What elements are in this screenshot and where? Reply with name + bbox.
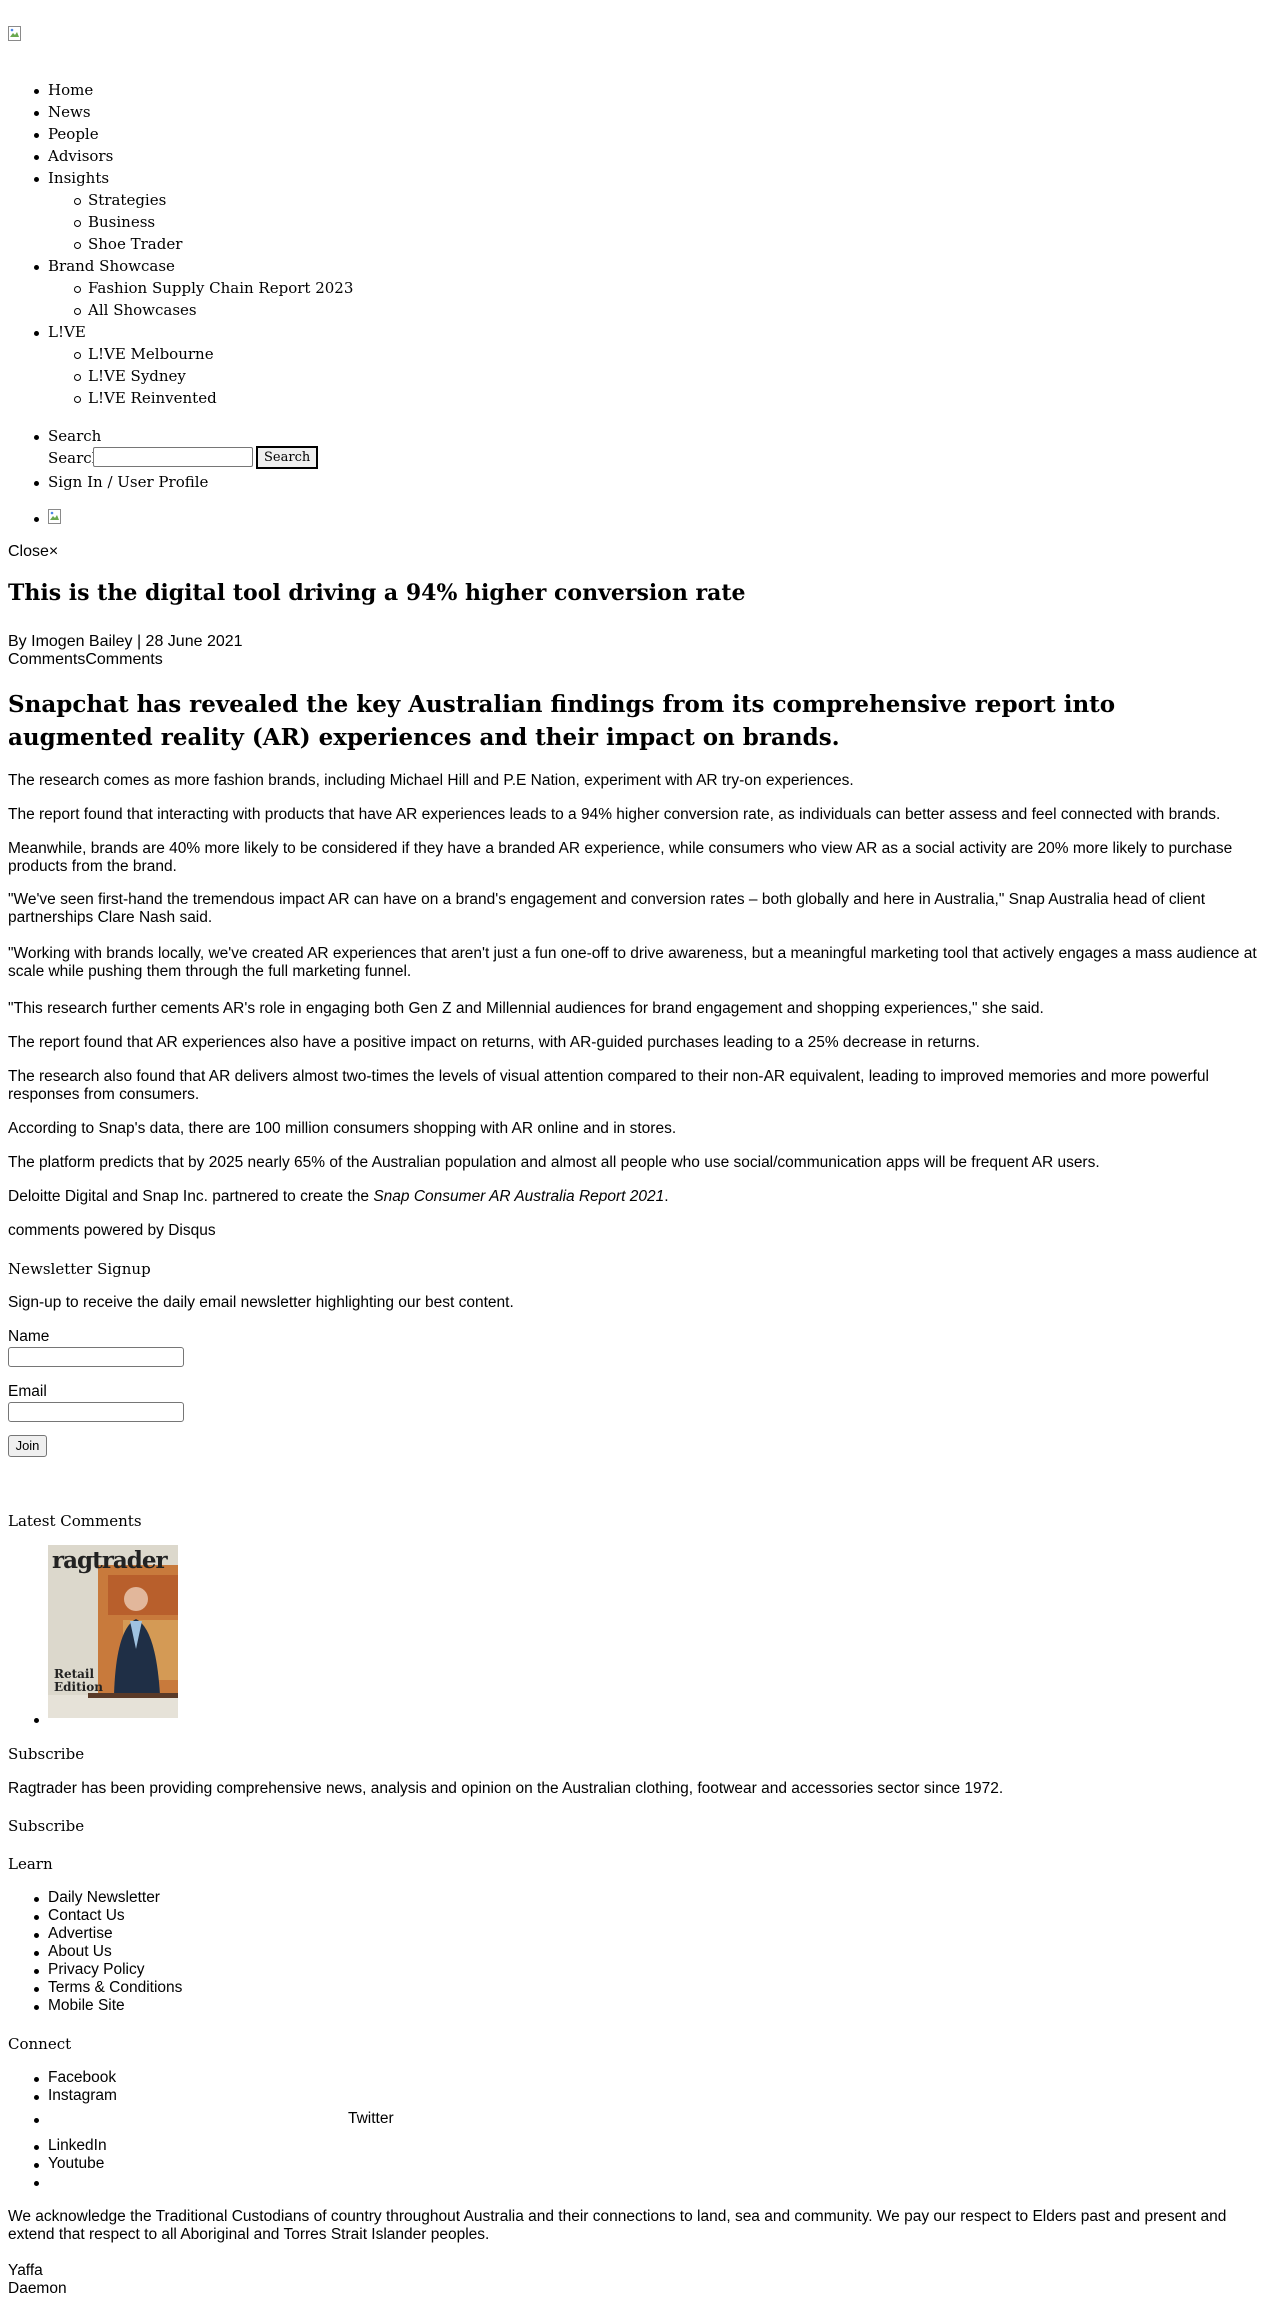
- broken-image-icon[interactable]: [8, 26, 22, 42]
- connect-empty-item: [34, 2173, 52, 2187]
- article-paragraph: The report found that AR experiences als…: [8, 1034, 980, 1051]
- nav-label: Insights: [48, 169, 110, 187]
- footer-brand-daemon[interactable]: Daemon: [8, 2280, 67, 2298]
- article-paragraph: According to Snap's data, there are 100 …: [8, 1120, 677, 1137]
- nav-all-showcases[interactable]: All Showcases: [74, 301, 197, 319]
- nav-business[interactable]: Business: [73, 213, 156, 231]
- nav-label: L!VE Reinvented: [88, 389, 217, 407]
- nav-label: Fashion Supply Chain Report 2023: [88, 279, 354, 297]
- search-input[interactable]: [93, 447, 253, 467]
- article-paragraph: "We've seen first-hand the tremendous im…: [8, 891, 1206, 926]
- cover-edition-line2: Edition: [54, 1680, 103, 1694]
- connect-linkedin-link[interactable]: LinkedIn: [34, 2137, 107, 2155]
- article-paragraph: The research comes as more fashion brand…: [8, 772, 854, 789]
- article-paragraph: "This research further cements AR's role…: [8, 1000, 1044, 1017]
- learn-terms-link[interactable]: Terms & Conditions: [33, 1979, 182, 1997]
- nav-brand-showcase[interactable]: Brand Showcase: [34, 257, 175, 275]
- nav-live-reinvented[interactable]: L!VE Reinvented: [74, 389, 217, 407]
- article-paragraph: "Working with brands locally, we've crea…: [8, 945, 1257, 980]
- final-suffix: .: [664, 1188, 669, 1205]
- acknowledgement-text: We acknowledge the Traditional Custodian…: [8, 2208, 1227, 2243]
- nav-label: Advisors: [48, 147, 114, 165]
- final-text: Deloitte Digital and Snap Inc. partnered…: [8, 1188, 374, 1205]
- nav-shoe-trader[interactable]: Shoe Trader: [73, 235, 183, 253]
- nav-live[interactable]: L!VE: [34, 323, 86, 341]
- nav-advisors[interactable]: Advisors: [33, 147, 114, 165]
- nav-live-sydney[interactable]: L!VE Sydney: [74, 367, 186, 385]
- nav-strategies[interactable]: Strategies: [73, 191, 167, 209]
- connect-twitter-link[interactable]: Twitter: [348, 2110, 394, 2128]
- subscribe-heading: Subscribe: [8, 1745, 85, 1763]
- newsletter-text: Sign-up to receive the daily email newsl…: [8, 1294, 514, 1311]
- extra-menu-item[interactable]: [34, 509, 62, 529]
- connect-facebook-link[interactable]: Facebook: [33, 2069, 116, 2087]
- sign-in-label: Sign In / User Profile: [48, 473, 209, 491]
- nav-label: News: [48, 103, 91, 121]
- footer-brand-yaffa[interactable]: Yaffa: [8, 2262, 43, 2280]
- broken-image-icon: [48, 509, 61, 524]
- cover-masthead: ragtrader: [52, 1547, 168, 1574]
- nav-fashion-supply-chain-report[interactable]: Fashion Supply Chain Report 2023: [73, 279, 354, 297]
- connect-youtube-link[interactable]: Youtube: [33, 2155, 104, 2173]
- nav-home[interactable]: Home: [33, 81, 94, 99]
- learn-advertise-link[interactable]: Advertise: [34, 1925, 113, 1943]
- list-bullet: [34, 1710, 52, 1724]
- report-title: Snap Consumer AR Australia Report 2021: [373, 1188, 665, 1205]
- search-button[interactable]: Search: [256, 446, 319, 469]
- article-paragraph: The platform predicts that by 2025 nearl…: [8, 1154, 1100, 1171]
- nav-label: Strategies: [88, 191, 167, 209]
- nav-label: Home: [48, 81, 94, 99]
- article-paragraph: The report found that interacting with p…: [8, 806, 1221, 823]
- disqus-credit[interactable]: comments powered by Disqus: [8, 1222, 216, 1240]
- email-field[interactable]: [8, 1402, 184, 1422]
- nav-people[interactable]: People: [34, 125, 99, 143]
- nav-label: People: [48, 125, 99, 143]
- name-field[interactable]: [8, 1347, 184, 1367]
- article-title: This is the digital tool driving a 94% h…: [8, 580, 746, 606]
- learn-privacy-policy-link[interactable]: Privacy Policy: [33, 1961, 144, 1979]
- nav-label: L!VE: [48, 323, 86, 341]
- article-lede: Snapchat has revealed the key Australian…: [8, 691, 1116, 751]
- subscribe-link[interactable]: Subscribe: [8, 1817, 84, 1835]
- nav-label: L!VE Sydney: [88, 367, 186, 385]
- article-paragraph: The research also found that AR delivers…: [8, 1068, 1209, 1103]
- nav-label: Shoe Trader: [88, 235, 183, 253]
- magazine-cover-image[interactable]: ragtrader Retail Edition: [48, 1545, 178, 1718]
- search-menu-label: Search: [48, 427, 102, 445]
- join-button[interactable]: Join: [8, 1435, 47, 1457]
- learn-heading: Learn: [8, 1855, 53, 1873]
- cover-edition-line1: Retail: [54, 1667, 95, 1681]
- nav-label: Brand Showcase: [48, 257, 175, 275]
- list-bullet: [34, 2110, 52, 2124]
- learn-daily-newsletter-link[interactable]: Daily Newsletter: [34, 1889, 160, 1907]
- learn-contact-us-link[interactable]: Contact Us: [34, 1907, 125, 1925]
- nav-live-melbourne[interactable]: L!VE Melbourne: [74, 345, 214, 363]
- email-label: Email: [8, 1383, 47, 1400]
- nav-news[interactable]: News: [34, 103, 91, 121]
- nav-label: Business: [88, 213, 156, 231]
- sign-in-link[interactable]: Sign In / User Profile: [33, 473, 209, 491]
- article-paragraph-final: Deloitte Digital and Snap Inc. partnered…: [8, 1188, 1270, 1206]
- nav-label: All Showcases: [88, 301, 197, 319]
- name-label: Name: [8, 1328, 50, 1345]
- article-byline: By Imogen Bailey | 28 June 2021: [8, 633, 243, 650]
- nav-label: L!VE Melbourne: [88, 345, 214, 363]
- nav-insights[interactable]: Insights: [33, 169, 110, 187]
- learn-about-us-link[interactable]: About Us: [34, 1943, 112, 1961]
- search-menu-item[interactable]: Search: [33, 427, 102, 445]
- connect-heading: Connect: [8, 2035, 72, 2053]
- comments-link[interactable]: CommentsComments: [8, 651, 163, 669]
- latest-comments-heading: Latest Comments: [8, 1512, 142, 1530]
- close-button[interactable]: Close×: [8, 543, 58, 561]
- learn-mobile-site-link[interactable]: Mobile Site: [34, 1997, 125, 2015]
- subscribe-text: Ragtrader has been providing comprehensi…: [8, 1780, 1004, 1797]
- connect-instagram-link[interactable]: Instagram: [34, 2087, 117, 2105]
- newsletter-heading: Newsletter Signup: [8, 1260, 151, 1278]
- article-paragraph: Meanwhile, brands are 40% more likely to…: [8, 840, 1233, 875]
